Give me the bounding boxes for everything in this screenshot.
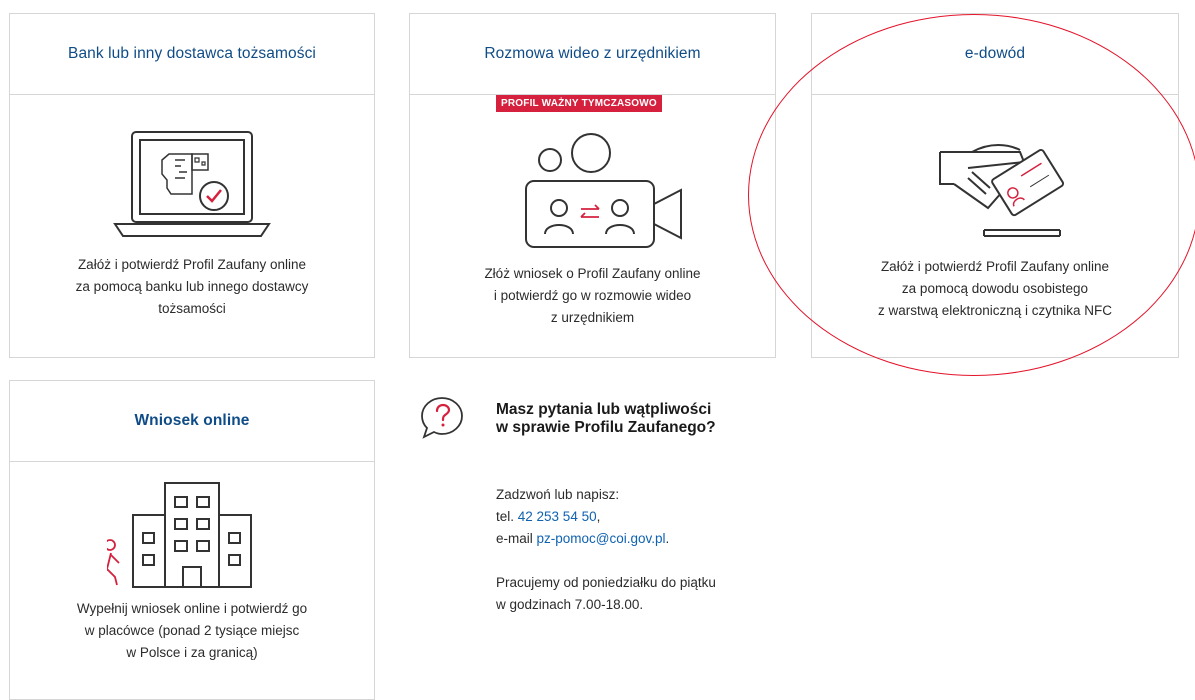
office-building-walking-person-icon: [10, 475, 374, 590]
card-description: Załóż i potwierdź Profil Zaufany online …: [877, 259, 1113, 318]
card-title: Wniosek online: [134, 412, 250, 429]
card-bank-identity-provider[interactable]: Bank lub inny dostawca tożsamości Załóż …: [9, 13, 375, 358]
hand-id-card-icon: [812, 132, 1178, 242]
card-header: Wniosek online: [10, 381, 374, 462]
card-header: Bank lub inny dostawca tożsamości: [10, 14, 374, 95]
question-bubble-icon: [420, 395, 466, 446]
temporary-profile-badge: PROFIL WAŻNY TYMCZASOWO: [496, 95, 662, 112]
working-hours-line-1: Pracujemy od poniedziałku do piątku: [496, 575, 716, 590]
card-header: Rozmowa wideo z urzędnikiem: [410, 14, 775, 95]
email-link[interactable]: pz-pomoc@coi.gov.pl: [537, 531, 666, 546]
contact-phone-line: tel. 42 253 54 50,: [496, 509, 601, 524]
laptop-identity-check-icon: [10, 124, 374, 254]
contact-intro: Zadzwoń lub napisz:: [496, 487, 620, 502]
contact-details: Zadzwoń lub napisz: tel. 42 253 54 50, e…: [496, 484, 796, 616]
card-e-id[interactable]: e-dowód Załóż i potwierdź Profil Zaufany…: [811, 13, 1179, 358]
card-header: e-dowód: [812, 14, 1178, 95]
working-hours-line-2: w godzinach 7.00-18.00.: [496, 597, 644, 612]
card-video-call[interactable]: Rozmowa wideo z urzędnikiem PROFIL WAŻNY…: [409, 13, 776, 358]
card-description: Złóż wniosek o Profil Zaufany online i p…: [484, 266, 701, 325]
card-title: e-dowód: [964, 45, 1026, 62]
card-description: Załóż i potwierdź Profil Zaufany online …: [75, 257, 309, 316]
contact-email-line: e-mail pz-pomoc@coi.gov.pl.: [496, 531, 670, 546]
card-description: Wypełnij wniosek online i potwierdź go w…: [76, 601, 308, 660]
card-title: Rozmowa wideo z urzędnikiem: [484, 45, 701, 62]
card-title: Bank lub inny dostawca tożsamości: [68, 45, 316, 62]
card-online-application[interactable]: Wniosek online Wypełnij wniosek online i…: [9, 380, 375, 700]
contact-title: Masz pytania lub wątpliwości w sprawie P…: [496, 401, 716, 436]
phone-link[interactable]: 42 253 54 50: [518, 509, 597, 524]
video-call-camera-icon: [410, 126, 775, 256]
